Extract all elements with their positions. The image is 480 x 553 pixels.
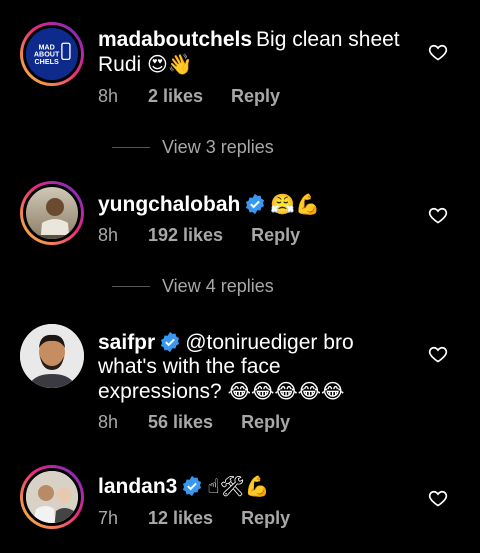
reply-button[interactable]: Reply [241, 508, 290, 529]
username[interactable]: yungchalobah [98, 193, 240, 216]
avatar[interactable] [20, 324, 84, 388]
heart-icon[interactable] [428, 488, 448, 508]
madaboutchels-logo-icon: MAD ABOUT CHELS [26, 28, 78, 80]
username[interactable]: landan3 [98, 475, 177, 498]
heart-icon[interactable] [428, 205, 448, 225]
likes-count[interactable]: 12 likes [148, 508, 213, 529]
person-photo-icon [26, 198, 78, 239]
svg-text:CHELS: CHELS [34, 58, 58, 66]
view-replies-button[interactable]: View 3 replies [112, 137, 274, 158]
comment-emojis: 😤💪 [270, 192, 321, 216]
comment-emojis: 😂😂😂😂😂 [227, 379, 345, 403]
timestamp: 8h [98, 86, 119, 106]
view-replies-label: View 3 replies [162, 137, 274, 157]
comment-body: saifpr @toniruediger bro what's with the … [98, 331, 408, 404]
person-photo-icon [20, 324, 84, 388]
comment-meta: 8h 56 likes Reply [98, 412, 290, 433]
divider [112, 147, 150, 148]
mention-link[interactable]: @toniruediger [185, 331, 317, 354]
comment-meta: 8h 192 likes Reply [98, 225, 300, 246]
divider [112, 286, 150, 287]
heart-icon[interactable] [428, 344, 448, 364]
view-replies-button[interactable]: View 4 replies [112, 276, 274, 297]
timestamp: 7h [98, 508, 119, 528]
comment-meta: 8h 2 likes Reply [98, 86, 280, 107]
username[interactable]: saifpr [98, 331, 155, 354]
timestamp: 8h [98, 412, 119, 432]
heart-icon[interactable] [428, 42, 448, 62]
likes-count[interactable]: 2 likes [148, 86, 203, 107]
likes-count[interactable]: 192 likes [148, 225, 223, 246]
avatar[interactable]: MAD ABOUT CHELS [20, 22, 84, 86]
comment-meta: 7h 12 likes Reply [98, 508, 290, 529]
avatar[interactable] [20, 465, 84, 529]
comment-body: yungchalobah 😤💪 [98, 192, 408, 217]
avatar[interactable] [20, 181, 84, 245]
comment-emojis: 😍👋 [147, 52, 193, 76]
username[interactable]: madaboutchels [98, 28, 252, 51]
timestamp: 8h [98, 225, 119, 245]
reply-button[interactable]: Reply [251, 225, 300, 246]
comment-body: madaboutchels Big clean sheet Rudi 😍👋 [98, 28, 408, 77]
comment-body: landan3 ☝🛠💪 [98, 474, 408, 499]
verified-badge-icon [161, 331, 180, 353]
comment-emojis: ☝🛠💪 [207, 474, 270, 498]
view-replies-label: View 4 replies [162, 276, 274, 296]
person-photo-icon [26, 471, 78, 523]
reply-button[interactable]: Reply [231, 86, 280, 107]
verified-badge-icon [246, 193, 265, 215]
likes-count[interactable]: 56 likes [148, 412, 213, 433]
reply-button[interactable]: Reply [241, 412, 290, 433]
verified-badge-icon [183, 475, 202, 497]
